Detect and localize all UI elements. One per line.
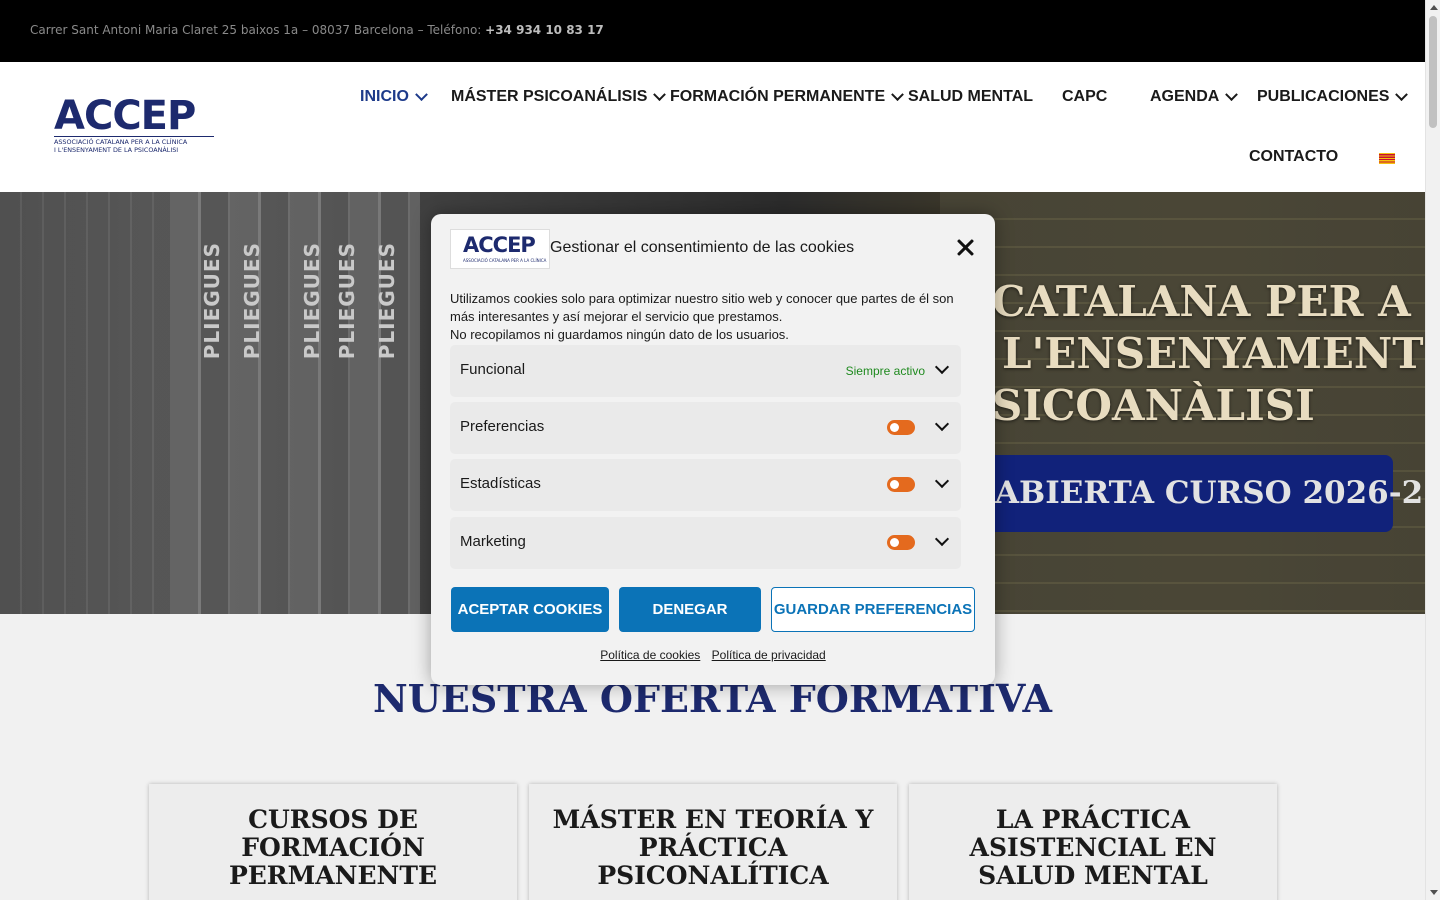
nav-item-contacto[interactable]: CONTACTO: [1249, 148, 1338, 166]
chevron-down-icon: [415, 87, 428, 101]
nav-label: FORMACIÓN PERMANENTE: [670, 88, 886, 105]
card-title: LA PRÁCTICA ASISTENCIAL EN SALUD MENTAL: [969, 805, 1217, 890]
nav-item-formacion-permanente[interactable]: FORMACIÓN PERMANENTE: [670, 87, 904, 106]
privacy-policy-link[interactable]: Política de privacidad: [712, 648, 826, 662]
top-info-bar: Carrer Sant Antoni Maria Claret 25 baixo…: [0, 0, 1425, 62]
address: Carrer Sant Antoni Maria Claret 25 baixo…: [30, 23, 486, 37]
category-label: Preferencias: [460, 418, 545, 435]
site-header: ACCEP ASSOCIACIÓ CATALANA PER A LA CLÍNI…: [0, 62, 1425, 192]
chevron-down-icon[interactable]: [934, 359, 950, 375]
cookie-category-marketing[interactable]: Marketing: [450, 517, 961, 569]
category-label: Estadísticas: [460, 475, 541, 492]
book-spine-text: PLIEGUES: [375, 242, 399, 360]
nav-label: AGENDA: [1150, 88, 1220, 105]
card-title: MÁSTER EN TEORÍA Y PRÁCTICA PSICONALÍTIC…: [552, 805, 874, 890]
offer-card-master[interactable]: MÁSTER EN TEORÍA Y PRÁCTICA PSICONALÍTIC…: [529, 784, 897, 900]
logo-wordmark: ACCEP: [463, 233, 536, 257]
logo-subtitle: ASSOCIACIÓ CATALANA PER A LA CLÍNICA: [463, 258, 547, 263]
chevron-down-icon[interactable]: [934, 473, 950, 489]
catalan-flag-icon[interactable]: [1379, 153, 1395, 164]
nav-label: CAPC: [1062, 88, 1108, 105]
scrollbar-thumb[interactable]: [1429, 16, 1437, 128]
marketing-toggle[interactable]: [887, 535, 915, 550]
description-line: No recopilamos ni guardamos ningún dato …: [450, 327, 789, 342]
logo-wordmark: ACCEP: [54, 93, 196, 139]
chevron-down-icon[interactable]: [934, 531, 950, 547]
bookshelf-image: [0, 192, 170, 614]
accept-cookies-button[interactable]: ACEPTAR COOKIES: [451, 587, 609, 632]
modal-description: Utilizamos cookies solo para optimizar n…: [450, 290, 975, 344]
address-text: Carrer Sant Antoni Maria Claret 25 baixo…: [30, 23, 604, 37]
chevron-down-icon: [653, 87, 667, 101]
cookie-category-estadisticas[interactable]: Estadísticas: [450, 459, 961, 511]
nav-label: MÁSTER PSICOANÁLISIS: [451, 88, 648, 105]
cookie-consent-dialog: ACCEP ASSOCIACIÓ CATALANA PER A LA CLÍNI…: [431, 214, 995, 685]
nav-label: INICIO: [360, 88, 409, 105]
chevron-down-icon[interactable]: [934, 416, 950, 432]
accep-logo[interactable]: ACCEP ASSOCIACIÓ CATALANA PER A LA CLÍNI…: [54, 96, 214, 158]
save-preferences-button[interactable]: GUARDAR PREFERENCIAS: [771, 587, 975, 632]
hero-title-line: CATALANA PER A: [992, 277, 1411, 326]
policy-links: Política de cookies Política de privacid…: [431, 648, 995, 662]
nav-item-publicaciones[interactable]: PUBLICACIONES: [1257, 87, 1409, 106]
hero-title-line: SICOANÀLISI: [992, 381, 1315, 430]
book-spine-text: PLIEGUES: [335, 242, 359, 360]
phone-link[interactable]: +34 934 10 83 17: [485, 23, 604, 37]
scroll-up-arrow-icon[interactable]: [1430, 5, 1438, 10]
hero-title-line: L'ENSENYAMENT: [1002, 329, 1424, 378]
estadisticas-toggle[interactable]: [887, 477, 915, 492]
cookie-category-preferencias[interactable]: Preferencias: [450, 402, 961, 454]
page-scrollbar[interactable]: [1425, 0, 1440, 900]
book-spine-text: PLIEGUES: [300, 242, 324, 360]
close-icon[interactable]: [955, 238, 975, 258]
nav-label: PUBLICACIONES: [1257, 88, 1390, 105]
cookie-policy-link[interactable]: Política de cookies: [600, 648, 700, 662]
deny-cookies-button[interactable]: DENEGAR: [619, 587, 761, 632]
hero-cta-button[interactable]: ABIERTA CURSO 2026-27: [975, 455, 1425, 532]
description-line: Utilizamos cookies solo para optimizar n…: [450, 291, 954, 324]
scroll-down-arrow-icon[interactable]: [1430, 890, 1438, 895]
cookie-category-funcional[interactable]: Funcional Siempre activo: [450, 345, 961, 397]
book-spine-text: PLIEGUES: [240, 242, 264, 360]
preferencias-toggle[interactable]: [887, 420, 915, 435]
hero-title: CATALANA PER A L'ENSENYAMENT SICOANÀLISI: [992, 276, 1424, 432]
category-label: Funcional: [460, 361, 526, 378]
chevron-down-icon: [1395, 87, 1409, 101]
nav-item-inicio[interactable]: INICIO: [360, 87, 428, 106]
chevron-down-icon: [1225, 87, 1239, 101]
nav-label: CONTACTO: [1249, 148, 1339, 165]
logo-subtitle-2: I L'ENSENYAMENT DE LA PSICOANÀLISI: [54, 146, 179, 154]
book-spine-text: PLIEGUES: [200, 242, 224, 360]
nav-item-master-psicoanalisis[interactable]: MÁSTER PSICOANÁLISIS: [451, 87, 667, 106]
card-title: CURSOS DE FORMACIÓN PERMANENTE: [228, 805, 438, 890]
nav-label: SALUD MENTAL: [908, 88, 1034, 105]
hero-cta-label: ABIERTA CURSO 2026-27: [995, 475, 1425, 511]
nav-item-capc[interactable]: CAPC: [1062, 88, 1107, 106]
category-label: Marketing: [460, 533, 526, 550]
modal-title: Gestionar el consentimiento de las cooki…: [550, 239, 855, 256]
chevron-down-icon: [891, 87, 904, 101]
modal-logo: ACCEP ASSOCIACIÓ CATALANA PER A LA CLÍNI…: [450, 229, 550, 269]
offer-card-formacion[interactable]: CURSOS DE FORMACIÓN PERMANENTE: [149, 784, 517, 900]
offer-card-salud-mental[interactable]: LA PRÁCTICA ASISTENCIAL EN SALUD MENTAL: [909, 784, 1277, 900]
always-active-badge: Siempre activo: [845, 364, 925, 378]
nav-item-agenda[interactable]: AGENDA: [1150, 87, 1239, 106]
nav-item-salud-mental[interactable]: SALUD MENTAL: [908, 88, 1033, 106]
